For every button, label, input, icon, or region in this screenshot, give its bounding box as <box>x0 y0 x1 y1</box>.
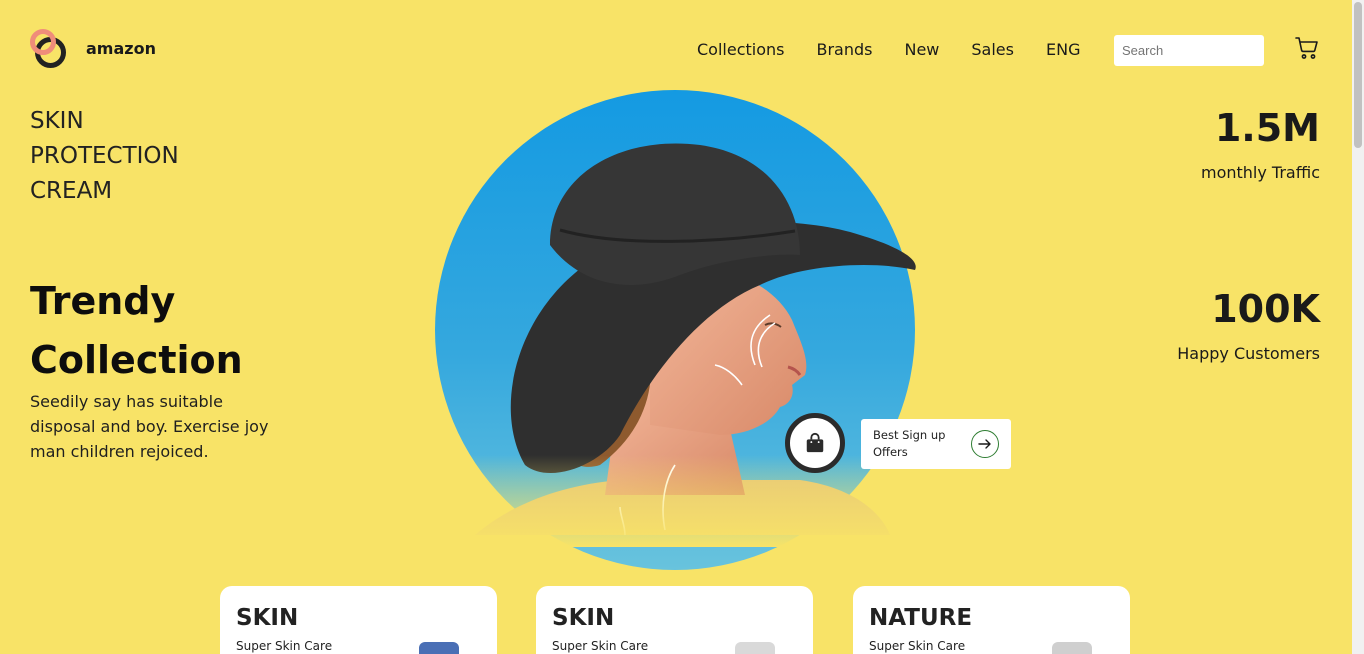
product-card[interactable]: SKIN Super Skin Care <box>220 586 497 654</box>
shopping-bag-button[interactable] <box>785 413 845 473</box>
search-input[interactable] <box>1114 35 1264 66</box>
arrow-right-icon[interactable] <box>971 430 999 458</box>
product-card-subtitle: Super Skin Care <box>869 639 966 653</box>
product-image <box>735 642 775 654</box>
brand-name[interactable]: amazon <box>86 39 156 58</box>
nav-language[interactable]: ENG <box>1046 40 1080 60</box>
signup-offer-card[interactable]: Best Sign up Offers <box>861 419 1011 469</box>
brand-logo[interactable] <box>30 29 74 73</box>
hero-model-image <box>470 143 920 547</box>
tagline-line-3: CREAM <box>30 178 113 204</box>
nav-collections[interactable]: Collections <box>697 40 784 60</box>
product-image <box>419 642 459 654</box>
stat-customers-label: Happy Customers <box>1177 344 1320 363</box>
main-nav: Collections Brands New Sales ENG <box>697 40 1080 60</box>
stat-traffic-label: monthly Traffic <box>1201 163 1320 182</box>
cart-icon[interactable] <box>1295 36 1319 60</box>
logo-ring-coral <box>30 29 56 55</box>
product-image <box>1052 642 1092 654</box>
hero-title: Trendy Collection <box>30 272 243 390</box>
hero-tagline: SKIN PROTECTION CREAM <box>30 104 179 209</box>
hero-title-line-1: Trendy <box>30 279 176 323</box>
tagline-line-1: SKIN <box>30 108 84 134</box>
tagline-line-2: PROTECTION <box>30 143 179 169</box>
product-card[interactable]: SKIN Super Skin Care <box>536 586 813 654</box>
nav-brands[interactable]: Brands <box>816 40 872 60</box>
nav-sales[interactable]: Sales <box>971 40 1014 60</box>
product-card-title: SKIN <box>236 605 299 631</box>
nav-new[interactable]: New <box>904 40 939 60</box>
stat-traffic-value: 1.5M <box>1214 106 1320 150</box>
product-card-title: SKIN <box>552 605 615 631</box>
shopping-bag-icon <box>806 432 824 453</box>
offer-text: Best Sign up Offers <box>873 428 946 459</box>
product-card-subtitle: Super Skin Care <box>552 639 649 653</box>
hero-title-line-2: Collection <box>30 338 243 382</box>
stat-customers-value: 100K <box>1211 287 1320 331</box>
product-card-subtitle: Super Skin Care <box>236 639 333 653</box>
scrollbar-thumb[interactable] <box>1354 2 1362 148</box>
page-scrollbar[interactable] <box>1352 0 1364 654</box>
product-card[interactable]: NATURE Super Skin Care <box>853 586 1130 654</box>
hero-description: Seedily say has suitable disposal and bo… <box>30 392 269 461</box>
product-card-title: NATURE <box>869 605 973 631</box>
